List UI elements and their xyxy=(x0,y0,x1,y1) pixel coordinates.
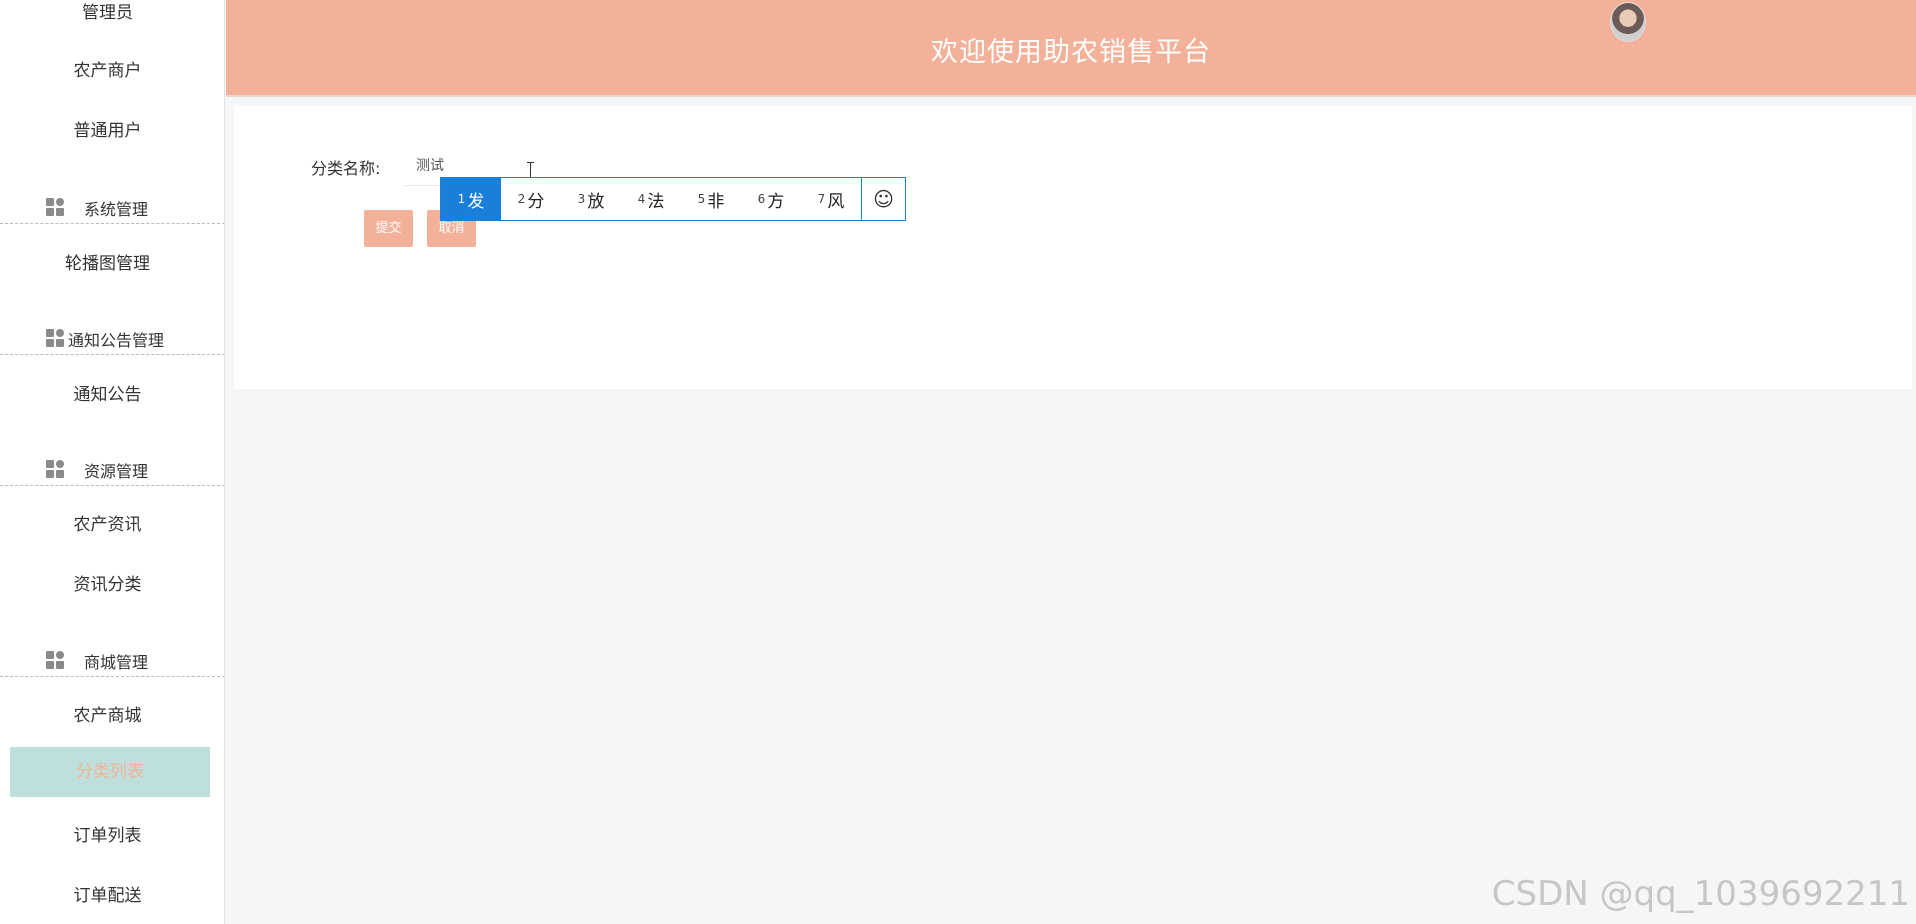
sidebar: 管理员 农产商户 普通用户 系统管理 轮播图管理 通知公告管理 通知公告 资源管… xyxy=(0,0,225,924)
smiley-icon[interactable]: ☺ xyxy=(861,178,905,220)
grid-icon xyxy=(46,651,64,669)
sidebar-group-label: 商城管理 xyxy=(84,653,149,672)
sidebar-group-system[interactable]: 系统管理 xyxy=(0,188,224,224)
top-header: 欢迎使用助农销售平台 xyxy=(226,0,1916,97)
ime-candidate[interactable]: 6方 xyxy=(741,178,801,220)
sidebar-group-label: 资源管理 xyxy=(84,462,149,481)
sidebar-item-order-delivery[interactable]: 订单配送 xyxy=(0,881,215,906)
sidebar-group-label: 系统管理 xyxy=(84,200,149,219)
sidebar-item-admin[interactable]: 管理员 xyxy=(0,0,215,23)
avatar[interactable] xyxy=(1610,2,1646,42)
submit-button[interactable]: 提交 xyxy=(364,210,413,247)
sidebar-item-news-category[interactable]: 资讯分类 xyxy=(0,570,215,595)
category-name-input[interactable] xyxy=(404,150,604,180)
ime-candidate[interactable]: 3放 xyxy=(561,178,621,220)
sidebar-item-order-list[interactable]: 订单列表 xyxy=(0,821,215,846)
sidebar-item-notice[interactable]: 通知公告 xyxy=(0,380,215,405)
grid-icon xyxy=(46,329,64,347)
grid-icon xyxy=(46,460,64,478)
sidebar-group-label: 通知公告管理 xyxy=(68,331,165,350)
ime-candidate[interactable]: 5非 xyxy=(681,178,741,220)
page-title: 欢迎使用助农销售平台 xyxy=(931,37,1211,68)
grid-icon xyxy=(46,198,64,216)
sidebar-item-merchant[interactable]: 农产商户 xyxy=(0,56,215,81)
sidebar-item-user[interactable]: 普通用户 xyxy=(0,116,215,141)
sidebar-item-news[interactable]: 农产资讯 xyxy=(0,510,215,535)
sidebar-group-resource[interactable]: 资源管理 xyxy=(0,450,224,486)
ime-candidate[interactable]: 1发 xyxy=(441,178,501,220)
form-card xyxy=(234,106,1912,389)
ime-candidate[interactable]: 7风 xyxy=(801,178,861,220)
ime-candidate-bar: 1发 2分 3放 4法 5非 6方 7风 ☺ xyxy=(440,177,906,221)
ime-candidate[interactable]: 4法 xyxy=(621,178,681,220)
sidebar-item-mall[interactable]: 农产商城 xyxy=(0,701,215,726)
sidebar-item-carousel[interactable]: 轮播图管理 xyxy=(0,249,215,274)
category-name-label: 分类名称: xyxy=(311,159,381,178)
sidebar-item-category-list[interactable]: 分类列表 xyxy=(10,747,210,797)
watermark: CSDN @qq_1039692211 xyxy=(1491,874,1910,914)
ime-candidate[interactable]: 2分 xyxy=(501,178,561,220)
sidebar-group-notice[interactable]: 通知公告管理 xyxy=(0,319,224,355)
sidebar-group-mall[interactable]: 商城管理 xyxy=(0,641,224,677)
